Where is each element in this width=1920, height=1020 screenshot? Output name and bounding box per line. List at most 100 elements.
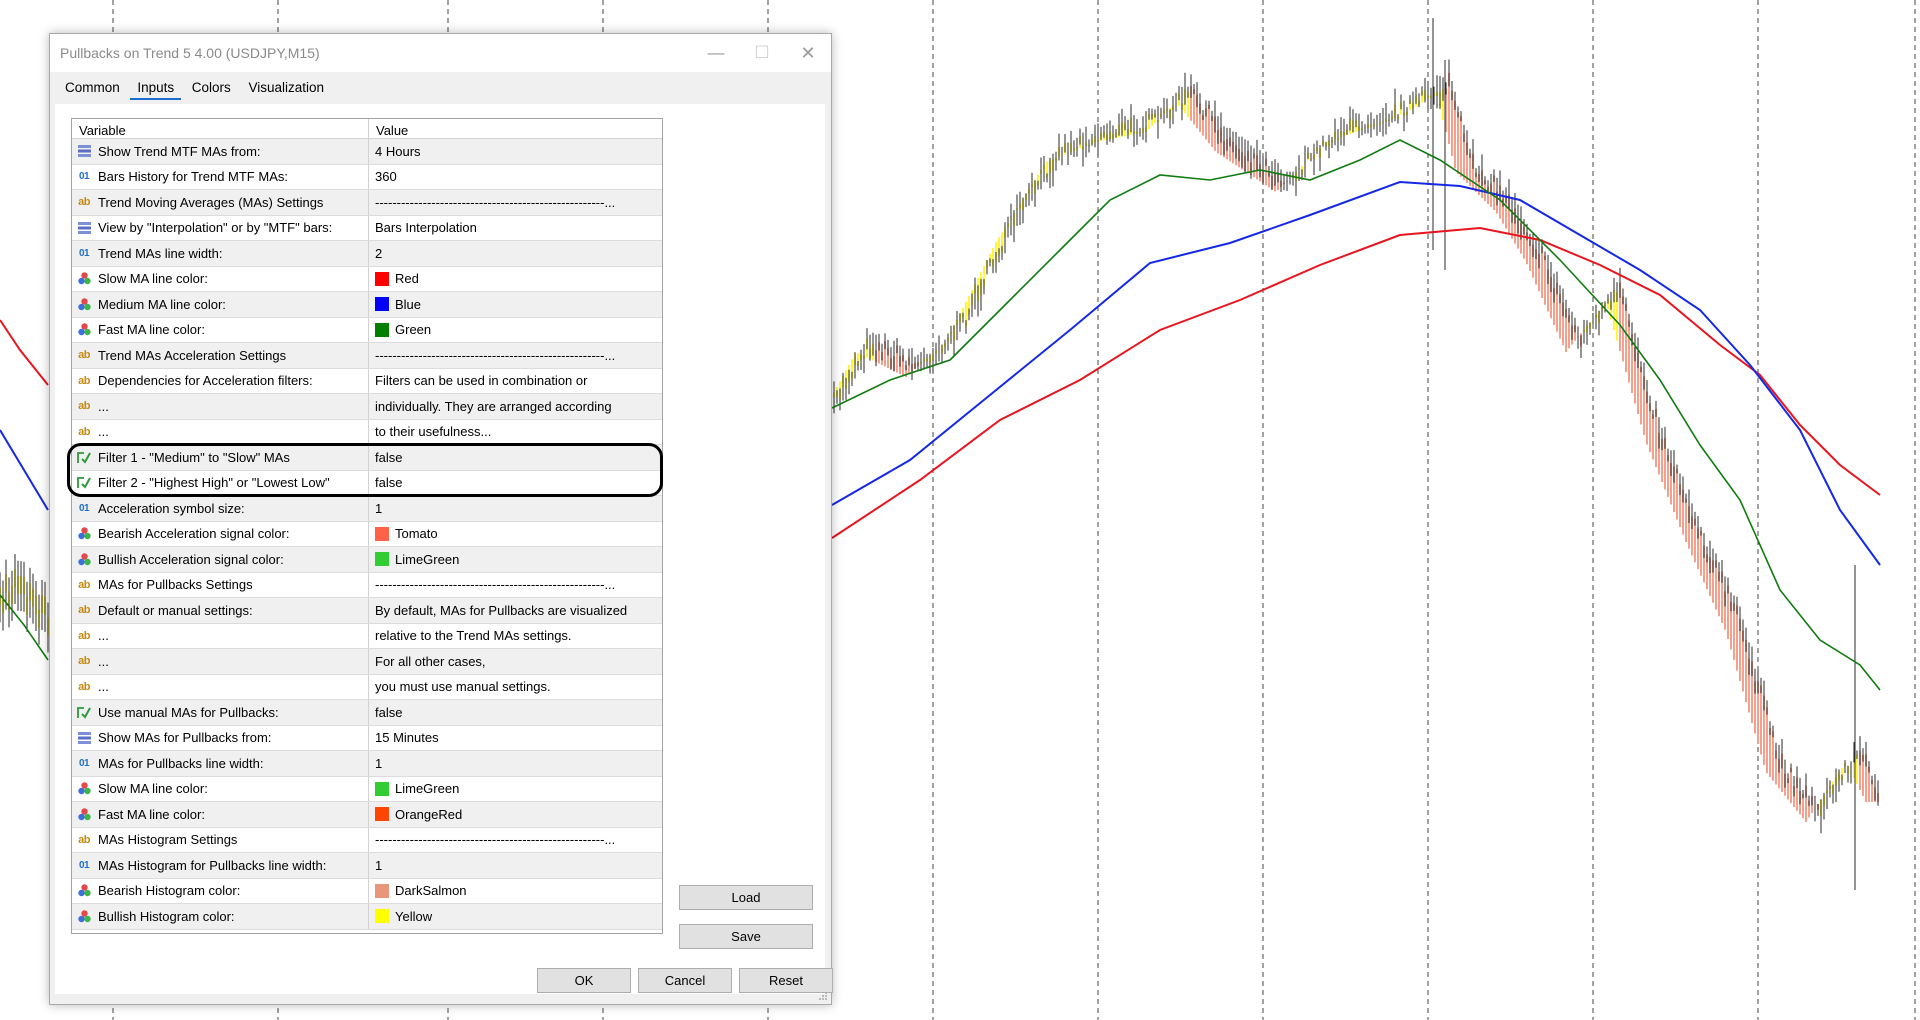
value-cell[interactable]: Filters can be used in combination or — [369, 369, 662, 394]
value-cell[interactable]: you must use manual settings. — [369, 675, 662, 700]
value-cell[interactable]: Bars Interpolation — [369, 216, 662, 241]
table-row[interactable]: ab... relative to the Trend MAs settings. — [72, 623, 662, 649]
table-row[interactable]: ab MAs for Pullbacks Settings ------------… — [72, 572, 662, 598]
load-button[interactable]: Load — [679, 885, 813, 910]
variable-cell[interactable]: ab Trend Moving Averages (MAs) Settings — [72, 190, 369, 215]
table-row[interactable]: 01 Acceleration symbol size: 1 — [72, 496, 662, 522]
value-cell[interactable]: Green — [369, 318, 662, 343]
table-row[interactable]: Slow MA line color: LimeGreen — [72, 776, 662, 802]
table-row[interactable]: Show MAs for Pullbacks from: 15 Minutes — [72, 725, 662, 751]
column-header-value[interactable]: Value — [369, 119, 662, 138]
variable-cell[interactable]: Show MAs for Pullbacks from: — [72, 725, 369, 750]
value-cell[interactable]: DarkSalmon — [369, 879, 662, 904]
variable-cell[interactable]: View by "Interpolation" or by "MTF" bars… — [72, 215, 369, 240]
variable-cell[interactable]: ab Trend MAs Acceleration Settings — [72, 343, 369, 368]
value-cell[interactable]: 2 — [369, 241, 662, 266]
cancel-button[interactable]: Cancel — [638, 968, 732, 993]
variable-cell[interactable]: Filter 2 - "Highest High" or "Lowest Low… — [72, 470, 369, 495]
value-cell[interactable]: LimeGreen — [369, 547, 662, 572]
variable-cell[interactable]: Use manual MAs for Pullbacks: — [72, 700, 369, 725]
table-row[interactable]: ab Trend MAs Acceleration Settings -------… — [72, 343, 662, 369]
value-cell[interactable]: ----------------------------------------… — [369, 573, 662, 598]
tab-colors[interactable]: Colors — [185, 77, 238, 98]
variable-cell[interactable]: Filter 1 - "Medium" to "Slow" MAs — [72, 445, 369, 470]
variable-cell[interactable]: Fast MA line color: — [72, 802, 369, 827]
table-row[interactable]: Filter 2 - "Highest High" or "Lowest Low… — [72, 470, 662, 496]
variable-cell[interactable]: ab Default or manual settings: — [72, 598, 369, 623]
resize-grip-icon[interactable] — [818, 991, 828, 1001]
maximize-icon[interactable]: ☐ — [739, 34, 785, 72]
table-row[interactable]: Slow MA line color: Red — [72, 266, 662, 292]
variable-cell[interactable]: Slow MA line color: — [72, 266, 369, 291]
variable-cell[interactable]: ab... — [72, 394, 369, 419]
variable-cell[interactable]: ab... — [72, 623, 369, 648]
variable-cell[interactable]: Medium MA line color: — [72, 292, 369, 317]
table-row[interactable]: Show Trend MTF MAs from: 4 Hours — [72, 139, 662, 165]
table-row[interactable]: 01 MAs Histogram for Pullbacks line width… — [72, 853, 662, 879]
table-row[interactable]: ab... individually. They are arranged acc… — [72, 394, 662, 420]
value-cell[interactable]: OrangeRed — [369, 802, 662, 827]
value-cell[interactable]: Tomato — [369, 522, 662, 547]
variable-cell[interactable]: 01 Acceleration symbol size: — [72, 496, 369, 521]
variable-cell[interactable]: Bullish Histogram color: — [72, 904, 369, 929]
tab-common[interactable]: Common — [58, 77, 127, 98]
variable-cell[interactable]: Fast MA line color: — [72, 317, 369, 342]
table-row[interactable]: Bullish Histogram color: Yellow — [72, 904, 662, 930]
table-row[interactable]: ab Dependencies for Acceleration filters:… — [72, 368, 662, 394]
value-cell[interactable]: 15 Minutes — [369, 726, 662, 751]
ok-button[interactable]: OK — [537, 968, 631, 993]
minimize-icon[interactable]: — — [693, 34, 739, 72]
table-row[interactable]: ab... you must use manual settings. — [72, 674, 662, 700]
table-row[interactable]: ab... For all other cases, — [72, 649, 662, 675]
value-cell[interactable]: to their usefulness... — [369, 420, 662, 445]
tab-inputs[interactable]: Inputs — [130, 77, 182, 100]
variable-cell[interactable]: 01 MAs Histogram for Pullbacks line width… — [72, 853, 369, 878]
table-row[interactable]: ab Trend Moving Averages (MAs) Settings --… — [72, 190, 662, 216]
table-row[interactable]: 01 Trend MAs line width: 2 — [72, 241, 662, 267]
table-row[interactable]: Use manual MAs for Pullbacks: false — [72, 700, 662, 726]
value-cell[interactable]: Yellow — [369, 904, 662, 929]
dialog-titlebar[interactable]: Pullbacks on Trend 5 4.00 (USDJPY,M15) —… — [50, 34, 831, 72]
value-cell[interactable]: LimeGreen — [369, 777, 662, 802]
variable-cell[interactable]: ab... — [72, 674, 369, 699]
variable-cell[interactable]: 01 Bars History for Trend MTF MAs: — [72, 164, 369, 189]
table-row[interactable]: 01 Bars History for Trend MTF MAs: 360 — [72, 164, 662, 190]
table-row[interactable]: ab... to their usefulness... — [72, 419, 662, 445]
column-header-variable[interactable]: Variable — [72, 119, 369, 138]
table-row[interactable]: 01 MAs for Pullbacks line width: 1 — [72, 751, 662, 777]
value-cell[interactable]: 4 Hours — [369, 139, 662, 164]
table-row[interactable]: Bearish Acceleration signal color: Tomato — [72, 521, 662, 547]
variable-cell[interactable]: ab... — [72, 419, 369, 444]
value-cell[interactable]: false — [369, 445, 662, 470]
variable-cell[interactable]: Bearish Histogram color: — [72, 878, 369, 903]
table-row[interactable]: Bullish Acceleration signal color: LimeGr… — [72, 547, 662, 573]
variable-cell[interactable]: Slow MA line color: — [72, 776, 369, 801]
table-row[interactable]: ab MAs Histogram Settings ----------------… — [72, 827, 662, 853]
value-cell[interactable]: ----------------------------------------… — [369, 343, 662, 368]
inputs-grid[interactable]: Variable Value Show Trend MTF MAs from: 4… — [71, 118, 663, 934]
table-row[interactable]: Medium MA line color: Blue — [72, 292, 662, 318]
save-button[interactable]: Save — [679, 924, 813, 949]
table-row[interactable]: Fast MA line color: Green — [72, 317, 662, 343]
value-cell[interactable]: relative to the Trend MAs settings. — [369, 624, 662, 649]
table-row[interactable]: Filter 1 - "Medium" to "Slow" MAs false — [72, 445, 662, 471]
table-row[interactable]: Bearish Histogram color: DarkSalmon — [72, 878, 662, 904]
table-row[interactable]: ab Default or manual settings: By default,… — [72, 598, 662, 624]
value-cell[interactable]: 1 — [369, 853, 662, 878]
variable-cell[interactable]: Bearish Acceleration signal color: — [72, 521, 369, 546]
value-cell[interactable]: false — [369, 471, 662, 496]
table-row[interactable]: View by "Interpolation" or by "MTF" bars… — [72, 215, 662, 241]
variable-cell[interactable]: Bullish Acceleration signal color: — [72, 547, 369, 572]
variable-cell[interactable]: ab MAs for Pullbacks Settings — [72, 572, 369, 597]
reset-button[interactable]: Reset — [739, 968, 833, 993]
variable-cell[interactable]: Show Trend MTF MAs from: — [72, 139, 369, 164]
value-cell[interactable]: individually. They are arranged accordin… — [369, 394, 662, 419]
variable-cell[interactable]: ab MAs Histogram Settings — [72, 827, 369, 852]
value-cell[interactable]: 360 — [369, 165, 662, 190]
close-icon[interactable]: ✕ — [785, 34, 831, 72]
value-cell[interactable]: ----------------------------------------… — [369, 828, 662, 853]
variable-cell[interactable]: 01 Trend MAs line width: — [72, 241, 369, 266]
value-cell[interactable]: 1 — [369, 751, 662, 776]
table-row[interactable]: Fast MA line color: OrangeRed — [72, 802, 662, 828]
variable-cell[interactable]: ab... — [72, 649, 369, 674]
